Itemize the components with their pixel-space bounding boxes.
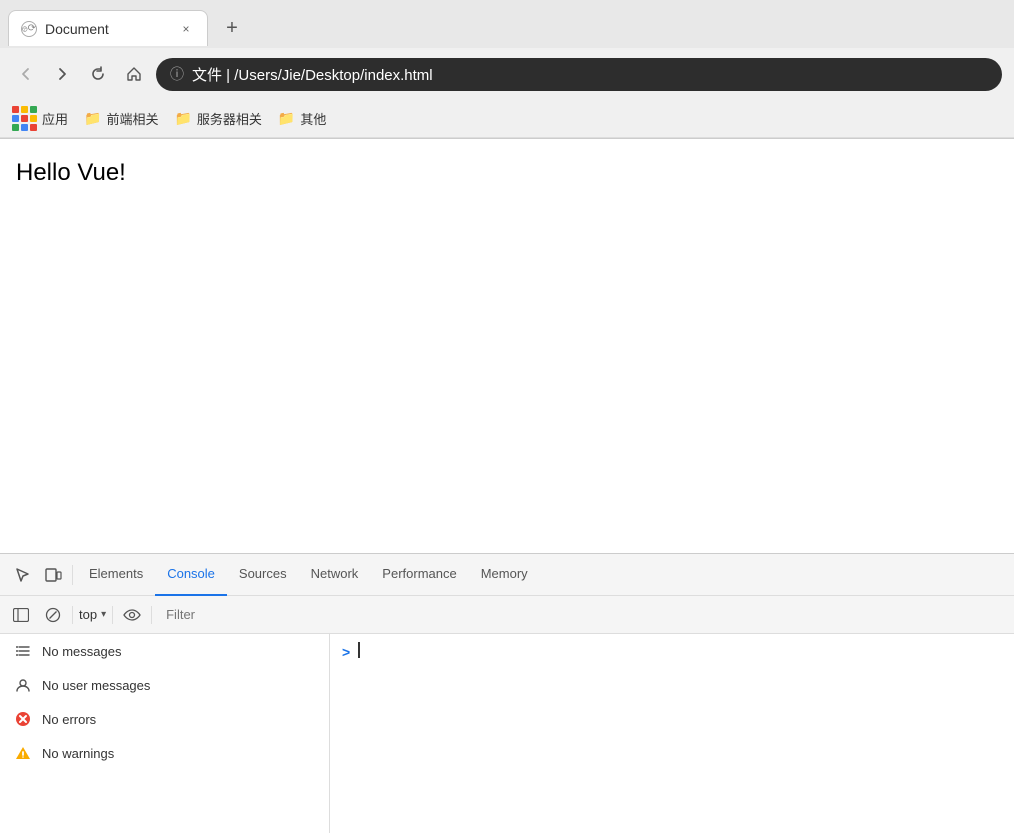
apps-grid-icon [12, 106, 37, 131]
sidebar-no-warnings[interactable]: No warnings [0, 736, 329, 770]
browser-tab[interactable]: Document × [8, 10, 208, 46]
home-button[interactable] [120, 60, 148, 88]
element-picker-button[interactable] [8, 560, 38, 590]
devtools-toolbar: top ▾ [0, 596, 1014, 634]
context-value: top [79, 607, 97, 622]
sidebar-toggle-button[interactable] [8, 602, 34, 628]
back-button[interactable] [12, 60, 40, 88]
reload-button[interactable] [84, 60, 112, 88]
filter-input[interactable] [158, 607, 1006, 622]
bookmark-frontend[interactable]: 📁 前端相关 [84, 109, 158, 128]
page-heading: Hello Vue! [16, 159, 998, 187]
toolbar-sep-3 [151, 606, 152, 624]
forward-button[interactable] [48, 60, 76, 88]
devtools-sidebar: No messages No user messages [0, 634, 330, 833]
tab-network[interactable]: Network [299, 554, 371, 596]
bookmarks-bar: 应用 📁 前端相关 📁 服务器相关 📁 其他 [0, 100, 1014, 138]
list-icon [14, 642, 32, 660]
tab-separator [72, 565, 73, 585]
devtools-panel: Elements Console Sources Network Perform… [0, 553, 1014, 833]
browser-chrome: Document × + ⓘ 文件 | /Users/Jie/Desktop/i… [0, 0, 1014, 139]
tab-bar: Document × + [0, 0, 1014, 48]
no-messages-label: No messages [42, 644, 121, 659]
error-icon [14, 710, 32, 728]
dropdown-arrow-icon: ▾ [101, 609, 106, 620]
console-area: > [330, 634, 1014, 833]
tab-memory[interactable]: Memory [469, 554, 540, 596]
context-selector[interactable]: top ▾ [79, 607, 106, 622]
tab-console[interactable]: Console [155, 554, 227, 596]
other-label: 其他 [300, 109, 326, 128]
eye-icon-button[interactable] [119, 602, 145, 628]
no-user-messages-label: No user messages [42, 678, 150, 693]
warning-icon [14, 744, 32, 762]
address-bar-row: ⓘ 文件 | /Users/Jie/Desktop/index.html [0, 48, 1014, 100]
folder-icon-3: 📁 [278, 110, 295, 127]
clear-console-button[interactable] [40, 602, 66, 628]
new-tab-button[interactable]: + [216, 12, 248, 44]
sidebar-no-errors[interactable]: No errors [0, 702, 329, 736]
tab-sources[interactable]: Sources [227, 554, 299, 596]
tab-favicon-icon [21, 21, 37, 37]
address-bar[interactable]: ⓘ 文件 | /Users/Jie/Desktop/index.html [156, 58, 1002, 91]
sidebar-no-user-messages[interactable]: No user messages [0, 668, 329, 702]
tab-close-button[interactable]: × [177, 20, 195, 38]
tab-title: Document [45, 21, 169, 37]
address-url: 文件 | /Users/Jie/Desktop/index.html [192, 64, 988, 85]
no-warnings-label: No warnings [42, 746, 114, 761]
page-content: Hello Vue! [0, 139, 1014, 553]
console-cursor [358, 642, 360, 658]
toolbar-sep-1 [72, 606, 73, 624]
address-info-icon: ⓘ [170, 64, 184, 84]
device-toolbar-button[interactable] [38, 560, 68, 590]
sidebar-no-messages[interactable]: No messages [0, 634, 329, 668]
frontend-label: 前端相关 [106, 109, 158, 128]
bookmark-other[interactable]: 📁 其他 [278, 109, 326, 128]
devtools-tab-bar: Elements Console Sources Network Perform… [0, 554, 1014, 596]
tab-performance[interactable]: Performance [370, 554, 468, 596]
server-label: 服务器相关 [197, 109, 262, 128]
bookmark-apps[interactable]: 应用 [12, 106, 68, 131]
console-prompt: > [342, 642, 350, 660]
apps-label: 应用 [42, 109, 68, 128]
user-icon [14, 676, 32, 694]
folder-icon: 📁 [84, 110, 101, 127]
bookmark-server[interactable]: 📁 服务器相关 [174, 109, 261, 128]
folder-icon-2: 📁 [174, 110, 191, 127]
devtools-body: No messages No user messages [0, 634, 1014, 833]
toolbar-sep-2 [112, 606, 113, 624]
tab-elements[interactable]: Elements [77, 554, 155, 596]
no-errors-label: No errors [42, 712, 96, 727]
